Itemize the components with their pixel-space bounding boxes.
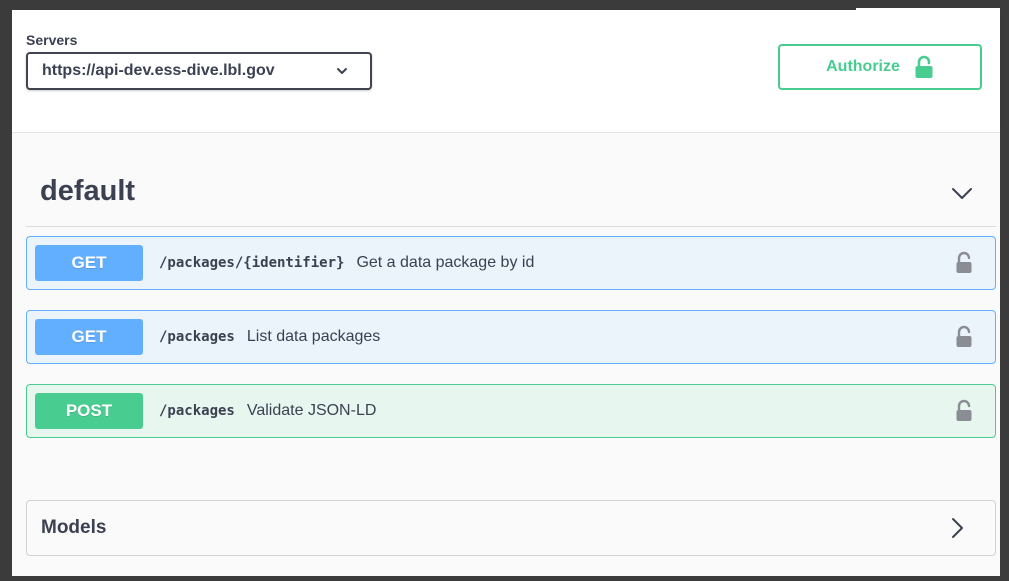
chevron-down-icon[interactable] xyxy=(950,181,974,205)
operation-path: /packages/{identifier} xyxy=(159,255,345,271)
operation-summary: Get a data package by id xyxy=(356,254,535,271)
operation-path: /packages xyxy=(159,329,235,345)
chevron-down-icon xyxy=(337,68,347,74)
operation-get-package-by-id[interactable]: GET /packages/{identifier} Get a data pa… xyxy=(26,236,996,290)
method-badge: POST xyxy=(35,393,143,429)
method-badge: GET xyxy=(35,319,143,355)
lock-icon xyxy=(915,55,933,78)
operation-summary: List data packages xyxy=(246,328,381,345)
window-frame-top-right xyxy=(856,0,1009,8)
operation-path: /packages xyxy=(159,403,235,419)
server-select-value: https://api-dev.ess-dive.lbl.gov xyxy=(42,62,275,79)
window-frame-left xyxy=(0,0,12,581)
models-title: Models xyxy=(41,517,107,538)
window-frame-top xyxy=(0,0,848,10)
window-frame-bottom xyxy=(0,576,1009,581)
models-section[interactable]: Models xyxy=(26,500,996,556)
chevron-right-icon[interactable] xyxy=(947,515,967,541)
authorize-button[interactable]: Authorize xyxy=(778,44,982,90)
server-select[interactable]: https://api-dev.ess-dive.lbl.gov xyxy=(26,52,372,90)
operation-summary: Validate JSON-LD xyxy=(246,402,377,419)
window-frame-notch xyxy=(848,0,856,10)
tag-title: default xyxy=(40,175,136,207)
unlocked-icon[interactable] xyxy=(955,399,973,423)
authorize-label: Authorize xyxy=(826,58,900,75)
window-frame-right xyxy=(1000,0,1009,581)
operation-validate-json-ld[interactable]: POST /packages Validate JSON-LD xyxy=(26,384,996,438)
api-main: default GET /packages/{identifier} Get a… xyxy=(12,133,1000,576)
tag-section-header[interactable]: default xyxy=(26,161,996,227)
server-scheme-container: Servers https://api-dev.ess-dive.lbl.gov… xyxy=(12,10,1000,133)
method-badge: GET xyxy=(35,245,143,281)
operation-list-packages[interactable]: GET /packages List data packages xyxy=(26,310,996,364)
unlocked-icon[interactable] xyxy=(955,325,973,349)
unlocked-icon[interactable] xyxy=(955,251,973,275)
servers-label: Servers xyxy=(26,32,78,48)
